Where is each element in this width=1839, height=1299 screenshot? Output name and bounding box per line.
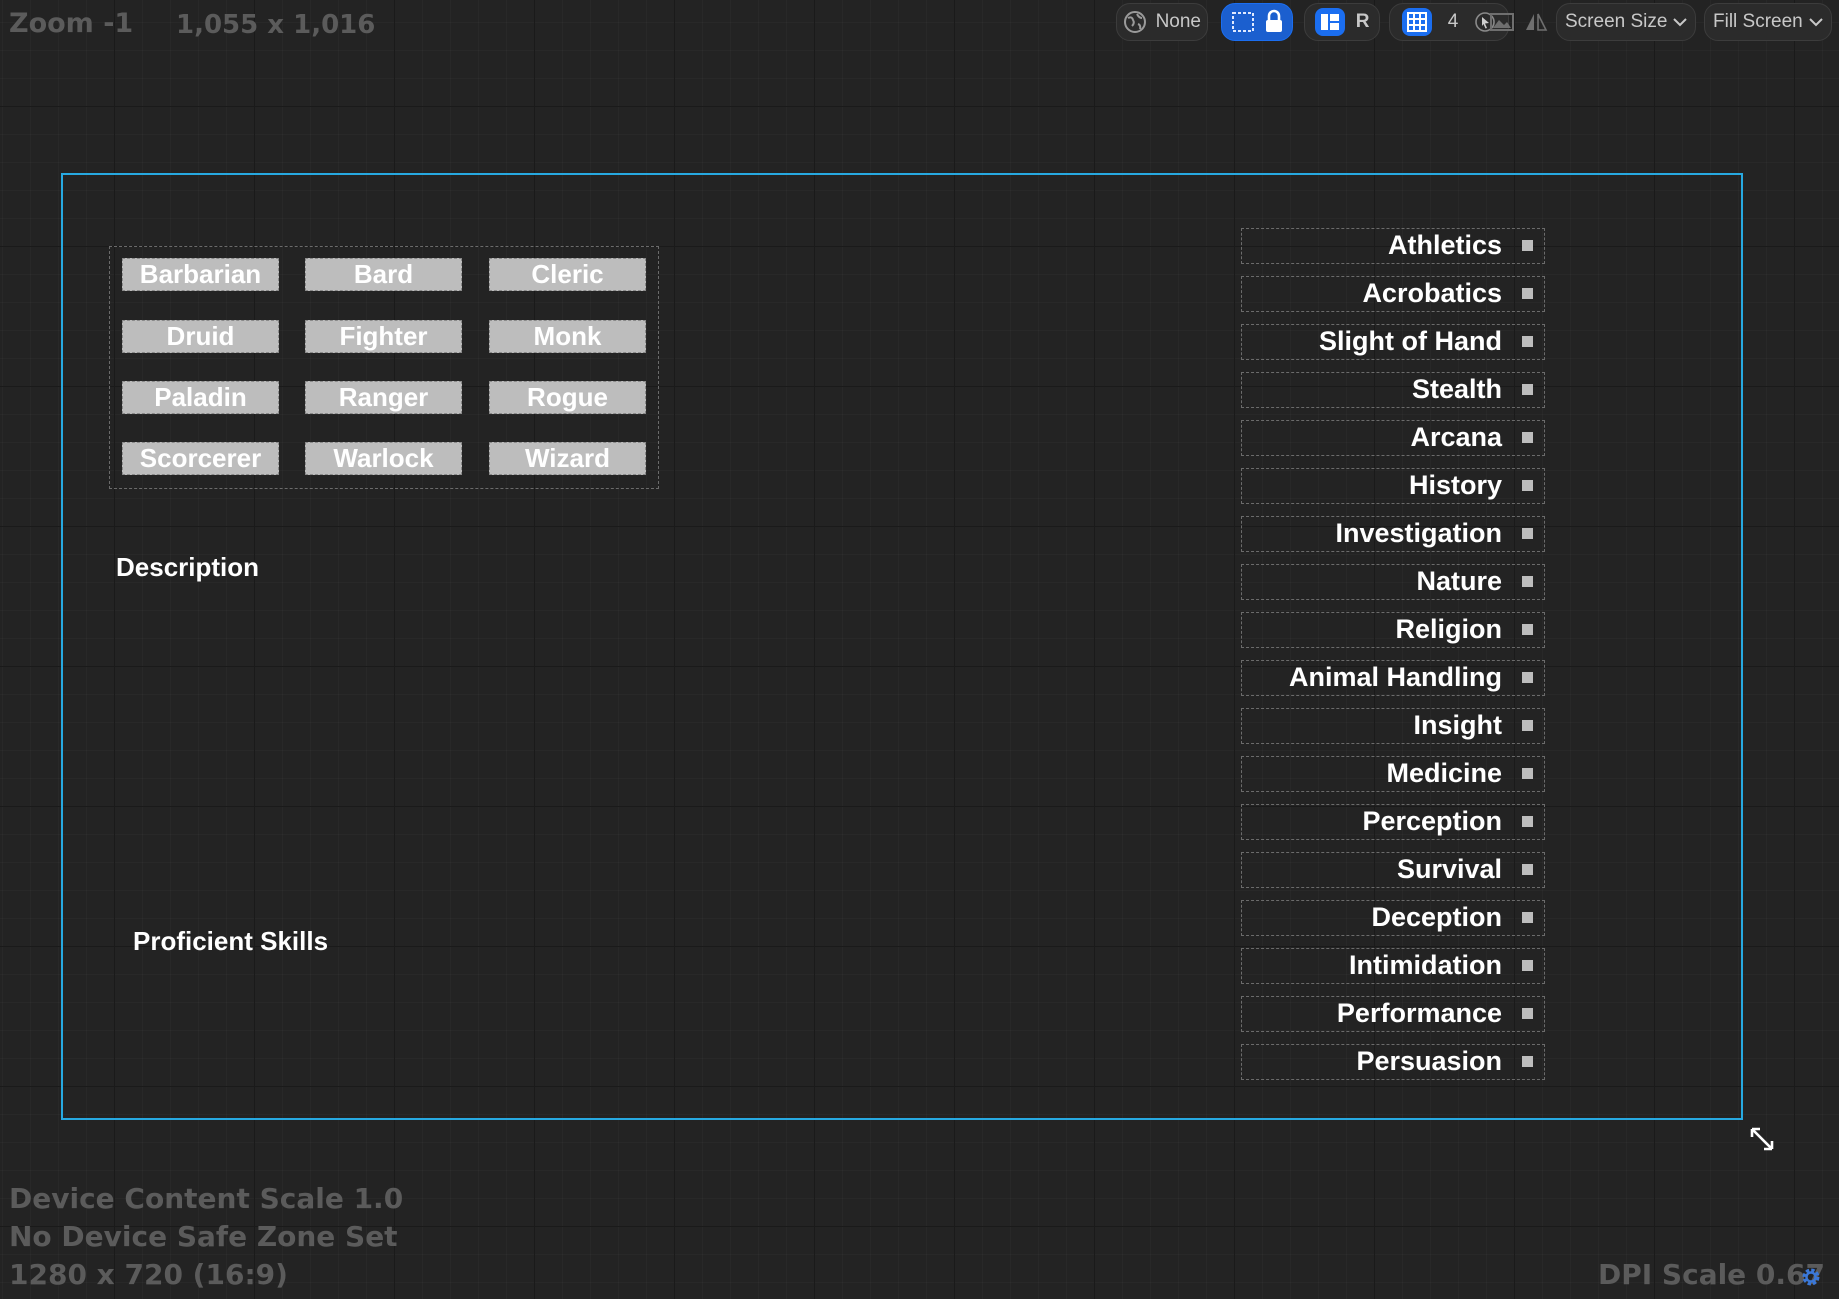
screen-size-dropdown[interactable]: Screen Size <box>1556 3 1696 41</box>
skill-label: Performance <box>1336 998 1502 1028</box>
globe-icon <box>1123 10 1147 34</box>
skill-label: Slight of Hand <box>1319 326 1502 356</box>
class-button-scorcerer[interactable]: Scorcerer <box>122 442 279 475</box>
selection-lock-group[interactable] <box>1221 3 1293 41</box>
zoom-level: Zoom -1 <box>9 8 134 39</box>
skill-label: Perception <box>1362 806 1502 836</box>
class-button-fighter[interactable]: Fighter <box>305 320 462 353</box>
class-button-monk[interactable]: Monk <box>489 320 646 353</box>
skill-row-religion[interactable]: Religion <box>1241 612 1545 648</box>
skill-checkbox[interactable] <box>1522 864 1533 875</box>
skill-checkbox[interactable] <box>1522 624 1533 635</box>
class-button-warlock[interactable]: Warlock <box>305 442 462 475</box>
class-button-wizard[interactable]: Wizard <box>489 442 646 475</box>
skill-label: History <box>1408 470 1502 500</box>
skill-row-animal-handling[interactable]: Animal Handling <box>1241 660 1545 696</box>
class-button-grid: Barbarian Bard Cleric Druid Fighter Monk… <box>109 246 659 489</box>
skill-checkbox[interactable] <box>1522 288 1533 299</box>
widget-layout-icon[interactable] <box>1314 8 1345 36</box>
skill-label: Insight <box>1413 710 1503 740</box>
flip-preview-icon[interactable] <box>1519 3 1553 41</box>
skill-label: Athletics <box>1387 230 1502 260</box>
class-button-paladin[interactable]: Paladin <box>122 381 279 414</box>
resize-handle-icon[interactable] <box>1748 1125 1776 1153</box>
skill-label: Arcana <box>1410 422 1502 452</box>
class-button-ranger[interactable]: Ranger <box>305 381 462 414</box>
skill-label: Medicine <box>1386 758 1502 788</box>
skill-row-arcana[interactable]: Arcana <box>1241 420 1545 456</box>
class-button-cleric[interactable]: Cleric <box>489 258 646 291</box>
skill-checkbox[interactable] <box>1522 432 1533 443</box>
skill-checkbox[interactable] <box>1522 768 1533 779</box>
skill-checkbox[interactable] <box>1522 1008 1533 1019</box>
skill-checkbox[interactable] <box>1522 1056 1533 1067</box>
skill-checkbox[interactable] <box>1522 240 1533 251</box>
skill-checkbox[interactable] <box>1522 384 1533 395</box>
fill-screen-label: Fill Screen <box>1713 11 1803 32</box>
skill-checkbox[interactable] <box>1522 672 1533 683</box>
skill-label: Intimidation <box>1349 950 1502 980</box>
skill-row-survival[interactable]: Survival <box>1241 852 1545 888</box>
skill-row-nature[interactable]: Nature <box>1241 564 1545 600</box>
skill-checkbox[interactable] <box>1522 960 1533 971</box>
localization-preview-dropdown[interactable]: None <box>1116 3 1208 41</box>
skill-row-insight[interactable]: Insight <box>1241 708 1545 744</box>
skill-row-persuasion[interactable]: Persuasion <box>1241 1044 1545 1080</box>
skill-label: Nature <box>1416 566 1502 596</box>
skill-checkbox[interactable] <box>1522 336 1533 347</box>
skill-label: Animal Handling <box>1288 662 1502 692</box>
canvas-dimensions: 1,055 x 1,016 <box>176 10 376 40</box>
grid-icon[interactable] <box>1401 8 1432 36</box>
skill-row-deception[interactable]: Deception <box>1241 900 1545 936</box>
background-image-icon[interactable] <box>1485 3 1519 41</box>
safe-zone-status: No Device Safe Zone Set <box>9 1220 398 1253</box>
localization-value: None <box>1155 11 1201 32</box>
description-label: Description <box>116 552 260 582</box>
chevron-down-icon <box>1809 17 1823 27</box>
skill-row-acrobatics[interactable]: Acrobatics <box>1241 276 1545 312</box>
skill-row-perception[interactable]: Perception <box>1241 804 1545 840</box>
screen-size-label: Screen Size <box>1565 11 1668 32</box>
class-button-druid[interactable]: Druid <box>122 320 279 353</box>
skill-label: Investigation <box>1335 518 1502 548</box>
skill-row-athletics[interactable]: Athletics <box>1241 228 1545 264</box>
proficient-skills-label: Proficient Skills <box>133 926 329 956</box>
skill-row-slight-of-hand[interactable]: Slight of Hand <box>1241 324 1545 360</box>
skill-checkbox[interactable] <box>1522 576 1533 587</box>
skill-label: Survival <box>1396 854 1502 884</box>
respect-locks-toggle[interactable]: R <box>1356 11 1370 33</box>
skill-row-investigation[interactable]: Investigation <box>1241 516 1545 552</box>
skill-checkbox[interactable] <box>1522 720 1533 731</box>
class-button-barbarian[interactable]: Barbarian <box>122 258 279 291</box>
skill-label: Persuasion <box>1356 1046 1502 1076</box>
skill-row-medicine[interactable]: Medicine <box>1241 756 1545 792</box>
skill-label: Deception <box>1371 902 1502 932</box>
device-content-scale: Device Content Scale 1.0 <box>9 1182 404 1215</box>
skill-row-stealth[interactable]: Stealth <box>1241 372 1545 408</box>
skill-label: Religion <box>1395 614 1503 644</box>
skill-label: Stealth <box>1411 374 1502 404</box>
skill-checkbox[interactable] <box>1522 528 1533 539</box>
skill-checkbox[interactable] <box>1522 816 1533 827</box>
marquee-select-icon[interactable] <box>1230 9 1256 35</box>
dpi-settings-gear-icon[interactable] <box>1799 1265 1823 1289</box>
skill-row-intimidation[interactable]: Intimidation <box>1241 948 1545 984</box>
skill-row-history[interactable]: History <box>1241 468 1545 504</box>
skill-row-performance[interactable]: Performance <box>1241 996 1545 1032</box>
preview-resolution: 1280 x 720 (16:9) <box>9 1258 288 1291</box>
chevron-down-icon <box>1673 17 1687 27</box>
class-button-bard[interactable]: Bard <box>305 258 462 291</box>
grid-snap-value[interactable]: 4 <box>1448 11 1459 33</box>
skill-label: Acrobatics <box>1362 278 1502 308</box>
fill-screen-dropdown[interactable]: Fill Screen <box>1704 3 1832 41</box>
skill-checkbox[interactable] <box>1522 912 1533 923</box>
dpi-scale: DPI Scale 0.67 <box>1598 1258 1826 1291</box>
skill-checkbox[interactable] <box>1522 480 1533 491</box>
class-button-rogue[interactable]: Rogue <box>489 381 646 414</box>
respect-locks-group[interactable]: R <box>1304 3 1380 41</box>
lock-icon[interactable] <box>1263 9 1285 35</box>
